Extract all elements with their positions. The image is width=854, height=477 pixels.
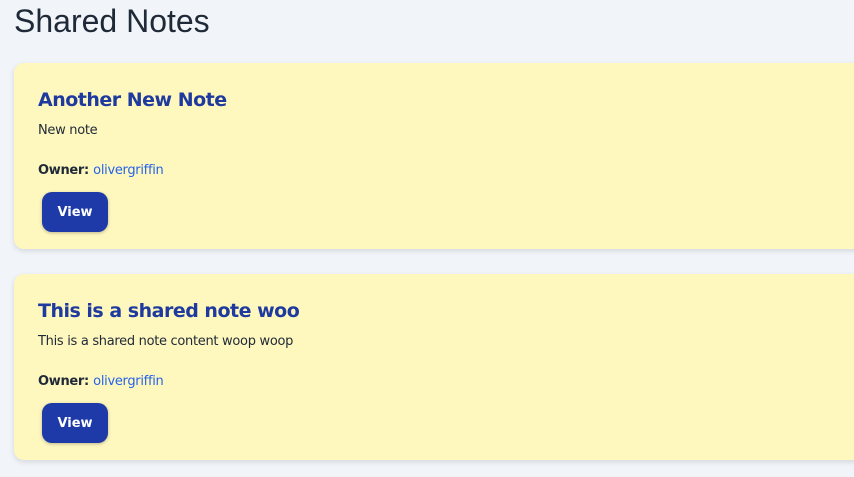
note-owner: Owner: olivergriffin — [38, 162, 840, 180]
note-card: This is a shared note woo This is a shar… — [14, 274, 854, 460]
note-owner: Owner: olivergriffin — [38, 373, 840, 391]
note-content: New note — [38, 123, 98, 138]
note-card: Another New Note New note Owner: oliverg… — [14, 63, 854, 249]
owner-link[interactable]: olivergriffin — [93, 163, 164, 178]
owner-label: Owner: — [38, 163, 94, 178]
owner-link[interactable]: olivergriffin — [93, 374, 164, 389]
page-title: Shared Notes — [14, 3, 210, 39]
view-button[interactable]: View — [42, 192, 108, 232]
note-content: This is a shared note content woop woop — [38, 334, 294, 349]
note-title: Another New Note — [38, 89, 227, 111]
owner-label: Owner: — [38, 374, 94, 389]
notes-list: Another New Note New note Owner: oliverg… — [14, 63, 854, 477]
note-title: This is a shared note woo — [38, 300, 300, 322]
view-button[interactable]: View — [42, 403, 108, 443]
